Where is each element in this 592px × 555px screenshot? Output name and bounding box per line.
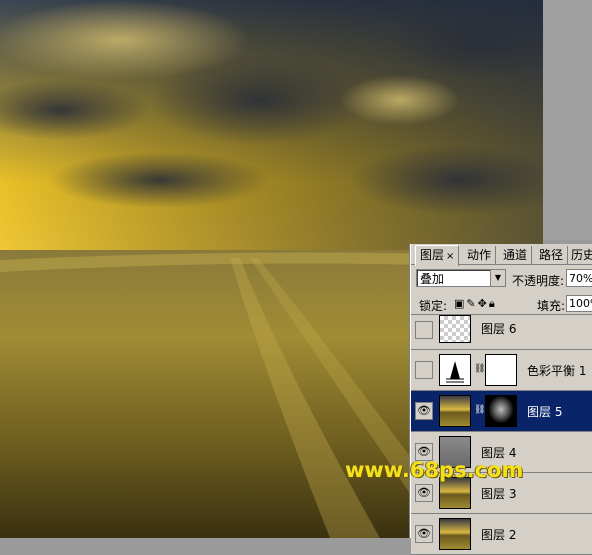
- tab-label: 历史: [571, 248, 592, 262]
- lock-label: 锁定:: [419, 299, 448, 313]
- layer-row[interactable]: 👁︎ 图层 2: [411, 514, 592, 555]
- tab-paths[interactable]: 路径: [535, 246, 569, 264]
- layer-row[interactable]: 👁︎ ⛓ 图层 5: [411, 391, 592, 432]
- eye-icon[interactable]: 👁︎: [415, 525, 433, 543]
- visibility-toggle[interactable]: [415, 361, 433, 379]
- layer-row[interactable]: 图层 6: [411, 315, 592, 350]
- layer-name: 图层 6: [481, 322, 517, 336]
- layers-panel: 图层 × 动作 通道 路径 历史 叠加 ▼ 不透明度: 70% 锁定: ▣✎✥🔒︎…: [410, 244, 592, 555]
- blend-mode-select[interactable]: 叠加 ▼: [416, 269, 506, 287]
- opacity-label: 不透明度:: [512, 274, 565, 288]
- eye-icon[interactable]: 👁︎: [415, 402, 433, 420]
- lock-options: ▣✎✥🔒︎: [454, 297, 497, 311]
- close-icon[interactable]: ×: [446, 251, 454, 262]
- lock-row: 锁定: ▣✎✥🔒︎ 填充: 100%: [411, 294, 592, 315]
- layer-thumbnail: [439, 315, 471, 343]
- lock-move-icon[interactable]: ✥: [478, 297, 489, 310]
- chain-icon[interactable]: ⛓: [474, 364, 485, 374]
- tab-channels[interactable]: 通道: [499, 246, 533, 264]
- layer-thumbnail: [439, 518, 471, 550]
- layer-list: 图层 6 ⛓ 色彩平衡 1 👁︎ ⛓ 图层 5 👁︎ 图层 4 👁︎ 图层 3 …: [411, 315, 592, 555]
- lock-paint-icon[interactable]: ✎: [466, 297, 477, 310]
- layer-row[interactable]: ⛓ 色彩平衡 1: [411, 350, 592, 391]
- chain-icon[interactable]: ⛓: [474, 405, 485, 415]
- layer-name: 图层 3: [481, 487, 517, 501]
- layer-mask-thumbnail[interactable]: [485, 354, 517, 386]
- lock-all-icon[interactable]: 🔒︎: [489, 297, 497, 310]
- blend-row: 叠加 ▼ 不透明度: 70%: [411, 266, 592, 290]
- fill-label: 填充:: [537, 299, 566, 313]
- tab-label: 通道: [503, 248, 528, 262]
- tab-label: 图层: [420, 248, 445, 262]
- blend-mode-value: 叠加: [420, 272, 445, 286]
- layer-name: 图层 5: [527, 405, 563, 419]
- opacity-field[interactable]: 70%: [566, 269, 592, 287]
- lock-transparency-icon[interactable]: ▣: [454, 297, 466, 310]
- panel-tabs: 图层 × 动作 通道 路径 历史: [411, 244, 592, 266]
- layer-name: 图层 2: [481, 528, 517, 542]
- eye-icon[interactable]: 👁︎: [415, 484, 433, 502]
- layer-mask-thumbnail[interactable]: [485, 395, 517, 427]
- fill-field[interactable]: 100%: [566, 295, 592, 312]
- layer-thumbnail: [439, 395, 471, 427]
- canvas-background: [543, 0, 592, 240]
- tab-layers[interactable]: 图层 ×: [415, 245, 460, 266]
- tab-history[interactable]: 历史: [567, 246, 592, 264]
- tab-label: 动作: [467, 248, 492, 262]
- adjustment-icon: [439, 354, 471, 386]
- chevron-down-icon[interactable]: ▼: [490, 270, 505, 286]
- layer-name: 色彩平衡 1: [527, 364, 587, 378]
- watermark: www.68ps.com: [345, 458, 524, 482]
- visibility-toggle[interactable]: [415, 321, 433, 339]
- tab-label: 路径: [539, 248, 564, 262]
- tab-actions[interactable]: 动作: [463, 246, 497, 264]
